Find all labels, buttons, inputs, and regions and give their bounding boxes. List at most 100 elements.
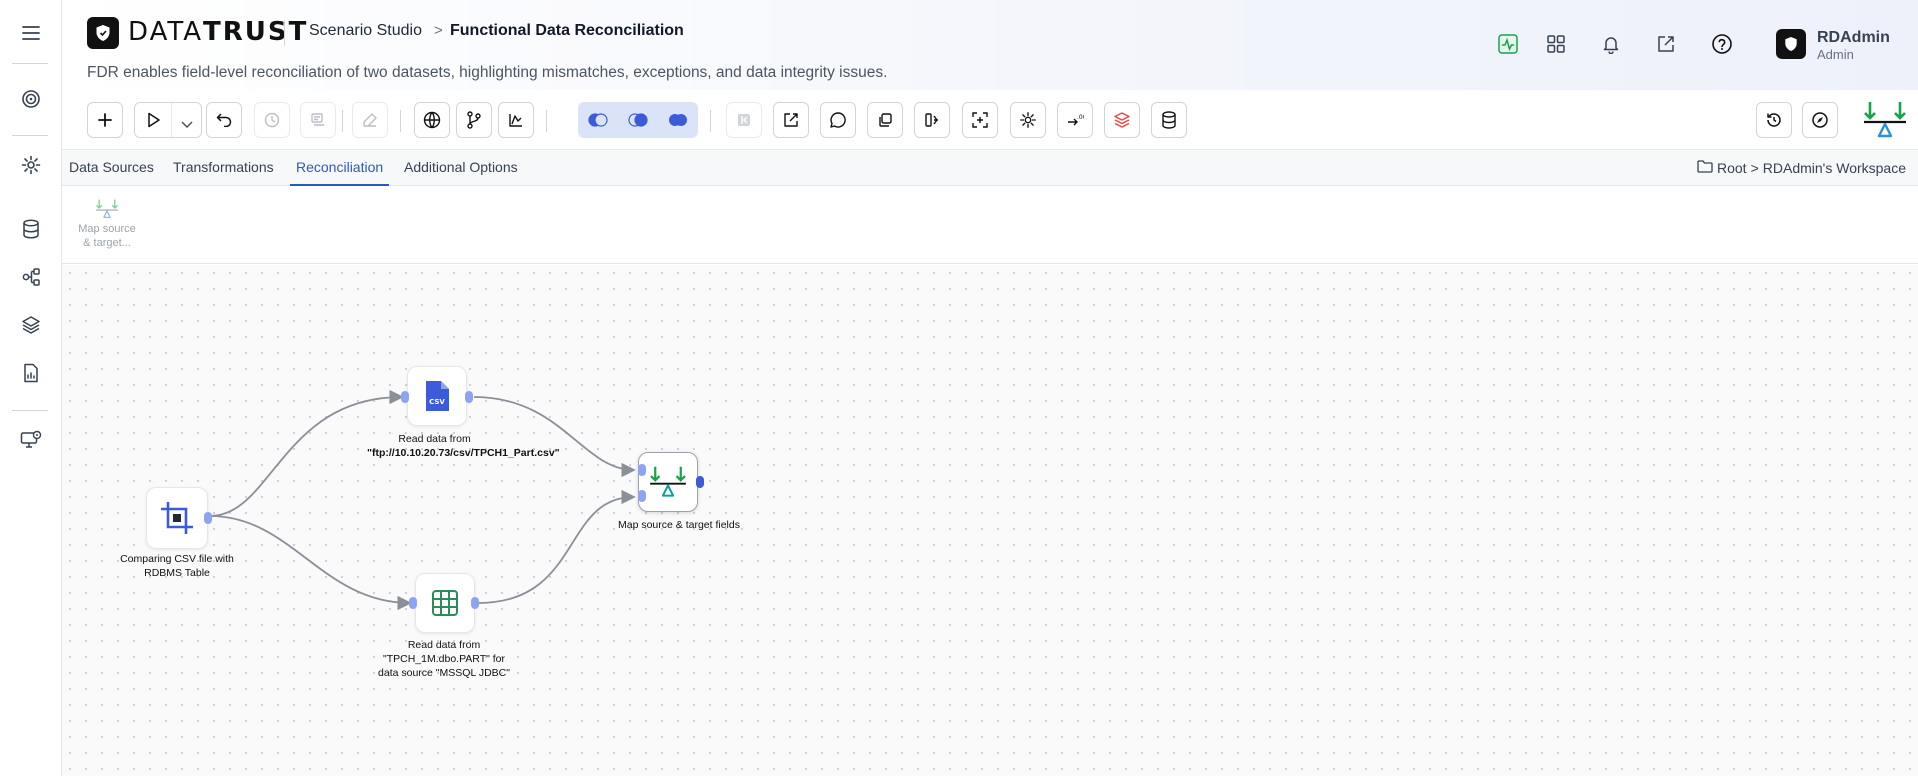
reconcile-scale-icon	[650, 466, 686, 497]
left-sidebar	[0, 0, 62, 776]
globe-button[interactable]	[414, 102, 450, 138]
brand-name-bold: DATA	[128, 17, 203, 47]
node-csv[interactable]: CSV	[407, 366, 467, 426]
port-map-out[interactable]	[696, 476, 704, 488]
config-button[interactable]	[1010, 102, 1046, 138]
map-fields-icon	[70, 198, 144, 222]
chevron-down-icon[interactable]	[181, 116, 193, 134]
breadcrumb-separator: >	[434, 22, 443, 39]
port-map-in-2[interactable]	[638, 490, 646, 502]
databricks-button[interactable]	[1104, 102, 1140, 138]
bell-icon[interactable]	[1599, 32, 1623, 56]
user-role: Admin	[1817, 47, 1854, 62]
format-button[interactable]: .00	[1057, 102, 1093, 138]
palette-map-source-target[interactable]: Map source & target...	[70, 198, 144, 250]
chart-button[interactable]	[498, 102, 534, 138]
compass-button[interactable]	[1802, 102, 1838, 138]
port-table-in[interactable]	[409, 597, 417, 609]
brand-name-light: TRUST	[202, 17, 309, 47]
user-name[interactable]: RDAdmin	[1817, 29, 1890, 47]
join-full-icon[interactable]	[658, 102, 698, 138]
storage-button[interactable]	[1151, 102, 1187, 138]
layers-icon[interactable]	[16, 310, 46, 340]
crop-icon	[161, 502, 193, 534]
edges-layer	[209, 389, 636, 611]
schema-button[interactable]	[300, 102, 336, 138]
join-left-icon[interactable]	[578, 102, 618, 138]
history-button[interactable]	[254, 102, 290, 138]
page-subtitle: FDR enables field-level reconciliation o…	[87, 64, 888, 81]
workspace-path[interactable]: Root > RDAdmin's Workspace	[1697, 160, 1906, 176]
svg-text:.00: .00	[1077, 114, 1084, 121]
sidebar-divider	[12, 63, 48, 64]
report-icon[interactable]	[16, 358, 46, 388]
sidebar-divider	[12, 135, 48, 136]
database-icon[interactable]	[16, 214, 46, 244]
header-divider	[284, 20, 285, 46]
target-icon[interactable]	[16, 84, 46, 114]
node-table[interactable]	[415, 573, 475, 633]
menu-icon[interactable]	[16, 18, 46, 48]
path-root[interactable]: Root	[1717, 160, 1747, 176]
node-table-label: Read data from "TPCH_1M.dbo.PART" for da…	[378, 639, 510, 679]
tab-transformations[interactable]: Transformations	[167, 151, 280, 186]
collapse-button[interactable]	[726, 102, 762, 138]
node-csv-label: Read data from "ftp://10.10.20.73/csv/TP…	[367, 432, 560, 460]
port-csv-in[interactable]	[401, 391, 409, 403]
add-button[interactable]	[87, 102, 123, 138]
path-separator: >	[1750, 160, 1759, 176]
export-button[interactable]	[773, 102, 809, 138]
port-csv-out[interactable]	[465, 391, 473, 403]
edit-button[interactable]	[352, 102, 388, 138]
brand-logo-icon[interactable]	[87, 17, 119, 49]
copy-button[interactable]	[867, 102, 903, 138]
split-button[interactable]	[914, 102, 950, 138]
avatar[interactable]	[1776, 29, 1806, 59]
port-map-in-1[interactable]	[638, 464, 646, 476]
reconcile-icon[interactable]	[1862, 100, 1908, 140]
app-header: DATATRUST Scenario Studio > Functional D…	[62, 0, 1918, 90]
help-icon[interactable]	[1710, 32, 1734, 56]
tab-additional-options[interactable]: Additional Options	[398, 151, 524, 186]
toolbar-divider	[546, 110, 547, 132]
folder-icon	[1697, 160, 1713, 176]
node-map-label: Map source & target fields	[618, 519, 740, 531]
undo-button[interactable]	[206, 102, 242, 138]
tab-data-sources[interactable]: Data Sources	[63, 151, 160, 186]
external-link-icon[interactable]	[1654, 32, 1678, 56]
settings-icon[interactable]	[16, 150, 46, 180]
tab-bar: Data Sources Transformations Reconciliat…	[62, 151, 1918, 186]
comment-button[interactable]	[820, 102, 856, 138]
table-icon	[432, 590, 458, 616]
port-source-out[interactable]	[204, 512, 212, 524]
toolbar-divider	[710, 110, 711, 132]
workflow-icon[interactable]	[16, 262, 46, 292]
branch-button[interactable]	[456, 102, 492, 138]
activity-icon[interactable]	[1496, 32, 1520, 56]
workflow-canvas[interactable]: Comparing CSV file with RDBMS Table CSV …	[62, 265, 1918, 776]
toolbar: .00	[62, 90, 1918, 150]
apps-grid-icon[interactable]	[1544, 32, 1568, 56]
node-csv-label-prefix: Read data from	[398, 433, 471, 445]
tab-reconciliation[interactable]: Reconciliation	[290, 151, 390, 186]
join-mode-group	[578, 102, 698, 138]
brand-name: DATATRUST	[128, 17, 308, 47]
restore-button[interactable]	[1756, 102, 1792, 138]
node-csv-label-path: "ftp://10.10.20.73/csv/TPCH1_Part.csv"	[367, 447, 560, 459]
palette-item-label-1: Map source	[78, 223, 136, 235]
palette-item-label-2: & target...	[83, 237, 131, 249]
port-table-out[interactable]	[471, 597, 479, 609]
node-map-fields[interactable]	[638, 452, 698, 512]
monitor-settings-icon[interactable]	[16, 425, 46, 455]
svg-text:CSV: CSV	[429, 398, 445, 406]
sidebar-divider	[12, 410, 48, 411]
breadcrumb-parent[interactable]: Scenario Studio	[309, 22, 422, 40]
path-workspace[interactable]: RDAdmin's Workspace	[1763, 160, 1906, 176]
scan-button[interactable]	[962, 102, 998, 138]
toolbar-divider	[400, 110, 401, 132]
join-inner-icon[interactable]	[618, 102, 658, 138]
node-source[interactable]	[146, 487, 208, 549]
edge-table-map	[477, 489, 636, 604]
csv-file-icon: CSV	[426, 381, 449, 411]
run-button[interactable]	[134, 102, 202, 138]
